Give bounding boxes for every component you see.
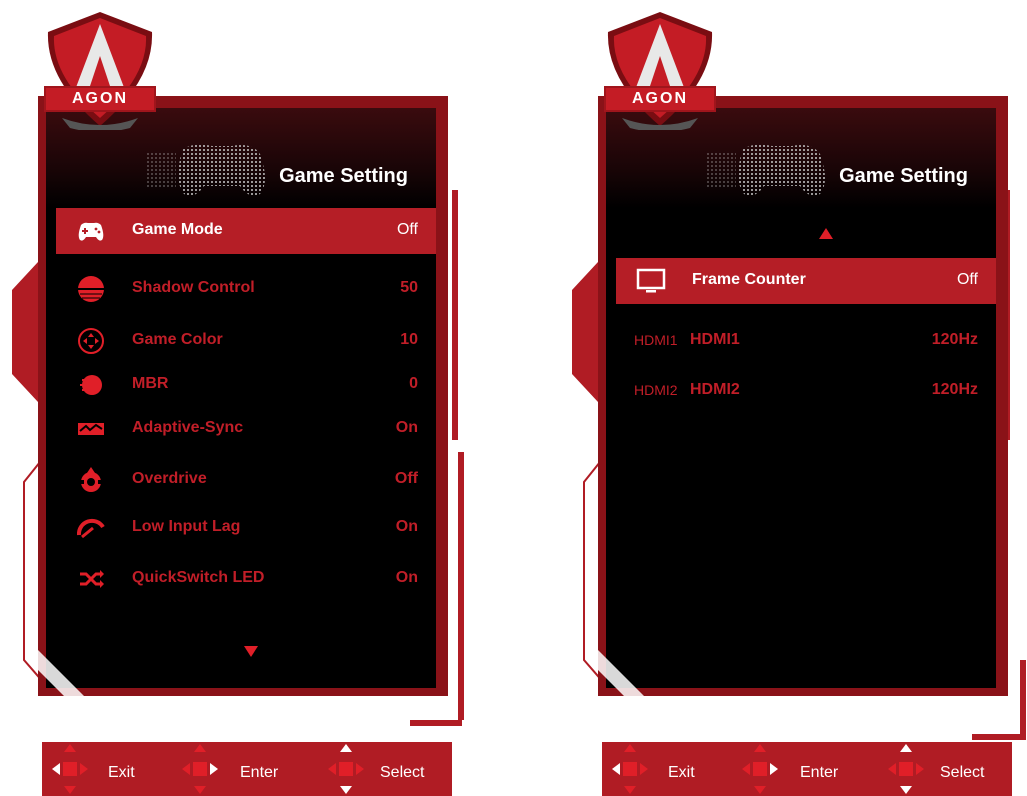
low-input-lag-icon	[76, 513, 106, 543]
menu-item-mbr[interactable]: MBR 0	[56, 362, 436, 408]
menu-item-frame-counter[interactable]: Frame Counter Off	[616, 258, 996, 304]
menu-item-low-input-lag[interactable]: Low Input Lag On	[56, 505, 436, 551]
side-outline-left	[20, 460, 51, 691]
menu-item-value: 50	[400, 279, 418, 296]
menu-item-game-color[interactable]: Game Color 10	[56, 318, 436, 364]
menu-item-shadow-control[interactable]: Shadow Control 50	[56, 266, 436, 312]
gamepad-art-icon	[142, 132, 292, 202]
menu-item-label: Game Mode	[132, 221, 223, 238]
menu-item-label: Overdrive	[132, 470, 207, 487]
side-bar-right	[452, 190, 458, 440]
hdmi2-icon: HDMI2	[634, 382, 678, 398]
menu-item-hdmi1[interactable]: HDMI1 HDMI1 120Hz	[616, 318, 996, 364]
key-guide-bar: Exit Enter Select	[602, 742, 1012, 796]
side-bar-right-lower	[458, 452, 464, 720]
scroll-down-arrow-icon[interactable]	[244, 646, 258, 657]
frame-corner-stripe	[38, 650, 98, 700]
page-title: Game Setting	[839, 165, 968, 187]
menu-item-value: Off	[396, 221, 418, 238]
menu-item-overdrive[interactable]: Overdrive Off	[56, 457, 436, 503]
menu-item-value: On	[395, 419, 418, 436]
agon-logo: AGON	[600, 10, 720, 130]
menu-item-label: HDMI2	[690, 381, 740, 398]
dpad-updown-icon	[328, 744, 364, 794]
menu-item-label: Shadow Control	[132, 279, 255, 296]
agon-logo: AGON	[40, 10, 160, 130]
exit-label: Exit	[668, 764, 695, 781]
page-title: Game Setting	[279, 165, 408, 187]
menu-item-quickswitch-led[interactable]: QuickSwitch LED On	[56, 556, 436, 602]
side-bracket-left	[4, 262, 38, 402]
side-bar-right-lower	[1020, 660, 1026, 740]
enter-label: Enter	[800, 764, 839, 781]
shadow-control-icon	[76, 274, 106, 304]
menu-item-value: 10	[400, 331, 418, 348]
scroll-up-arrow-icon[interactable]	[819, 228, 833, 239]
bottom-bar	[972, 734, 1026, 740]
logo-text: AGON	[632, 90, 688, 107]
logo-text: AGON	[72, 90, 128, 107]
bottom-bar	[410, 720, 462, 726]
dpad-right-icon	[742, 744, 778, 794]
monitor-icon	[636, 266, 666, 296]
menu-item-label: Adaptive-Sync	[132, 419, 244, 436]
menu-item-label: MBR	[132, 375, 169, 392]
gamepad-art-icon	[702, 132, 852, 202]
game-color-icon	[76, 326, 106, 356]
menu-item-value: 0	[409, 375, 418, 392]
menu-item-label: HDMI1	[690, 331, 740, 348]
menu-item-value: Off	[394, 470, 418, 487]
gamepad-icon	[76, 216, 106, 246]
side-bracket-left	[564, 262, 598, 402]
menu-item-hdmi2[interactable]: HDMI2 HDMI2 120Hz	[616, 368, 996, 414]
enter-label: Enter	[240, 764, 279, 781]
menu-item-label: Game Color	[132, 331, 223, 348]
menu-item-value: 120Hz	[931, 381, 978, 398]
hdmi1-icon: HDMI1	[634, 332, 678, 348]
select-label: Select	[380, 764, 425, 781]
menu-item-value: On	[395, 518, 418, 535]
menu-item-adaptive-sync[interactable]: Adaptive-Sync On	[56, 406, 436, 452]
frame-corner-stripe	[598, 650, 658, 700]
osd-game-setting-page-1: Game Setting AGON Game Mode Off Shadow C…	[0, 0, 500, 796]
osd-game-setting-page-2: Game Setting AGON Frame Counter Off HDMI…	[560, 0, 1027, 796]
menu-item-value: On	[395, 569, 418, 586]
key-guide-bar: Exit Enter Select	[42, 742, 452, 796]
dpad-left-icon	[612, 744, 648, 794]
dpad-updown-icon	[888, 744, 924, 794]
menu-item-label: QuickSwitch LED	[132, 569, 265, 586]
dpad-right-icon	[182, 744, 218, 794]
dpad-left-icon	[52, 744, 88, 794]
overdrive-icon	[76, 465, 106, 495]
menu-item-label: Frame Counter	[692, 271, 806, 288]
exit-label: Exit	[108, 764, 135, 781]
adaptive-sync-icon	[76, 414, 106, 444]
menu-item-label: Low Input Lag	[132, 518, 241, 535]
menu-item-game-mode[interactable]: Game Mode Off	[56, 208, 436, 254]
shuffle-icon	[76, 564, 106, 594]
select-label: Select	[940, 764, 985, 781]
mbr-icon	[76, 370, 106, 400]
menu-item-value: Off	[956, 271, 978, 288]
side-outline-left	[580, 460, 611, 691]
menu-item-value: 120Hz	[931, 331, 978, 348]
